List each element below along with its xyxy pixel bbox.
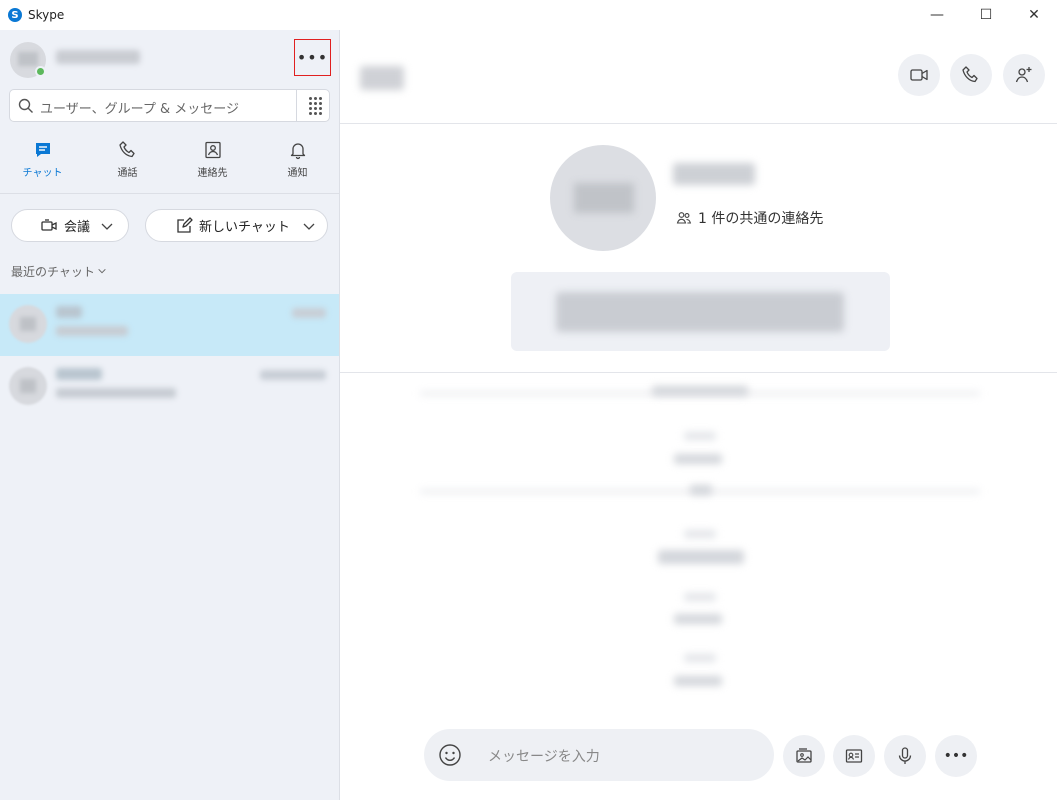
contact-card-icon bbox=[845, 749, 863, 763]
more-options-button[interactable]: ••• bbox=[294, 39, 331, 76]
contacts-icon bbox=[204, 141, 221, 159]
message-placeholder: メッセージを入力 bbox=[488, 749, 600, 765]
send-contact-button[interactable] bbox=[833, 735, 875, 777]
chevron-down-icon bbox=[303, 223, 315, 230]
emoji-icon[interactable] bbox=[438, 743, 462, 767]
chevron-down-icon bbox=[101, 223, 113, 230]
dialpad-icon[interactable] bbox=[306, 97, 324, 115]
message-input[interactable]: メッセージを入力 bbox=[424, 729, 774, 781]
message-item-blurred bbox=[674, 676, 722, 686]
contact-info-card bbox=[511, 272, 890, 351]
conversation-title-blurred[interactable] bbox=[360, 66, 404, 90]
message-item-blurred bbox=[674, 454, 722, 464]
online-status-icon bbox=[35, 66, 46, 77]
chat-list-item[interactable] bbox=[0, 294, 339, 356]
image-icon bbox=[796, 748, 812, 763]
people-icon bbox=[676, 212, 692, 224]
close-button[interactable]: ✕ bbox=[1010, 0, 1057, 30]
meeting-icon bbox=[41, 218, 57, 231]
new-chat-button[interactable]: 新しいチャット bbox=[145, 209, 328, 242]
new-chat-label: 新しいチャット bbox=[199, 220, 290, 235]
tab-calls[interactable]: 通話 bbox=[85, 140, 170, 188]
tab-notifications-label: 通知 bbox=[287, 168, 308, 179]
compose-icon bbox=[177, 216, 193, 233]
avatar bbox=[9, 305, 47, 343]
skype-logo-icon: S bbox=[8, 8, 22, 22]
avatar bbox=[9, 367, 47, 405]
window-title: Skype bbox=[28, 8, 65, 22]
chat-list-item[interactable] bbox=[0, 356, 339, 418]
voice-message-button[interactable] bbox=[884, 735, 926, 777]
tab-contacts-label: 連絡先 bbox=[197, 168, 228, 179]
tab-notifications[interactable]: 通知 bbox=[255, 140, 340, 188]
contact-name-blurred bbox=[673, 163, 755, 185]
more-composer-options-button[interactable]: ••• bbox=[935, 735, 977, 777]
conversation-pane: 1 件の共通の連絡先 メッセージを入力 ••• bbox=[340, 30, 1057, 800]
audio-call-button[interactable] bbox=[950, 54, 992, 96]
contact-avatar[interactable] bbox=[550, 145, 656, 251]
sidebar: ••• ユーザー、グループ & メッセージ チャット 通話 連絡先 通知 会議 bbox=[0, 30, 340, 800]
add-person-icon bbox=[1015, 67, 1032, 83]
message-item-blurred bbox=[658, 550, 744, 564]
meeting-label: 会議 bbox=[64, 220, 91, 235]
tab-chat[interactable]: チャット bbox=[0, 140, 85, 188]
share-media-button[interactable] bbox=[783, 735, 825, 777]
title-bar: S Skype — ☐ ✕ bbox=[0, 0, 1057, 30]
mutual-contacts-label: 1 件の共通の連絡先 bbox=[698, 211, 824, 227]
video-call-button[interactable] bbox=[898, 54, 940, 96]
message-item-blurred bbox=[674, 614, 722, 624]
microphone-icon bbox=[898, 747, 912, 764]
tab-chat-label: チャット bbox=[22, 168, 63, 179]
phone-icon bbox=[962, 66, 978, 83]
recent-chats-header[interactable]: 最近のチャット bbox=[11, 263, 107, 280]
profile-name-blurred[interactable] bbox=[56, 50, 140, 64]
bell-icon bbox=[290, 143, 305, 160]
add-participant-button[interactable] bbox=[1003, 54, 1045, 96]
recent-chats-label: 最近のチャット bbox=[11, 265, 95, 279]
main-nav: チャット 通話 連絡先 通知 bbox=[0, 140, 340, 188]
chat-icon bbox=[35, 143, 50, 157]
video-camera-icon bbox=[910, 69, 928, 81]
search-placeholder: ユーザー、グループ & メッセージ bbox=[40, 102, 239, 117]
phone-icon bbox=[118, 141, 135, 158]
search-input[interactable]: ユーザー、グループ & メッセージ bbox=[9, 89, 330, 122]
tab-contacts[interactable]: 連絡先 bbox=[170, 140, 255, 188]
minimize-button[interactable]: — bbox=[913, 0, 961, 30]
maximize-button[interactable]: ☐ bbox=[962, 0, 1010, 30]
search-icon bbox=[18, 98, 33, 113]
message-item-blurred bbox=[652, 386, 748, 396]
mutual-contacts[interactable]: 1 件の共通の連絡先 bbox=[676, 208, 823, 228]
meeting-button[interactable]: 会議 bbox=[11, 209, 129, 242]
conversation-header bbox=[340, 30, 1057, 124]
chevron-down-icon bbox=[98, 268, 106, 274]
tab-calls-label: 通話 bbox=[117, 168, 138, 179]
